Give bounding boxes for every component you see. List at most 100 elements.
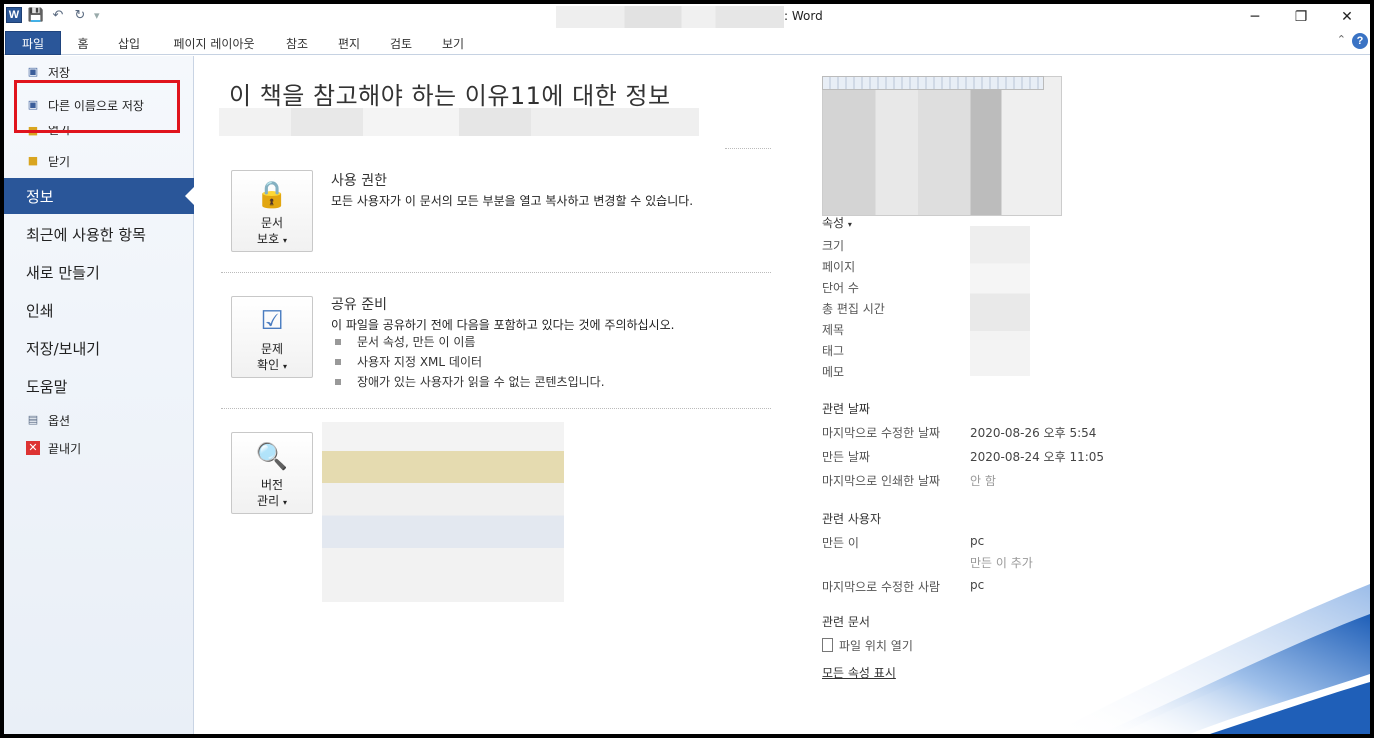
- prop-title[interactable]: 제목: [822, 321, 844, 338]
- prop-words: 단어 수: [822, 281, 859, 295]
- nav-recent[interactable]: 최근에 사용한 항목: [4, 216, 194, 252]
- tab-mailings[interactable]: 편지: [332, 31, 366, 55]
- properties-panel: 속성 ▾ 크기 페이지 단어 수 총 편집 시간 제목 태그 메모 관련 날짜 …: [794, 56, 1370, 734]
- nav-save-label: 저장: [48, 66, 71, 78]
- chevron-down-icon: ▾: [847, 220, 852, 229]
- nav-exit-label: 끝내기: [48, 441, 82, 456]
- chevron-down-icon: ▾: [282, 362, 287, 371]
- manage-versions-button[interactable]: 🔍 버전 관리 ▾: [231, 432, 313, 514]
- background-swoosh: [1050, 584, 1370, 734]
- nav-options-label: 옵션: [48, 413, 71, 428]
- undo-icon[interactable]: ↶: [50, 7, 66, 23]
- protect-label-1: 문서: [260, 216, 284, 230]
- word-window: W 💾 ↶ ↻ ▾ : Word ─ ❐ ✕ 파일 홈 삽입 페이지 레이아웃 …: [4, 4, 1370, 734]
- ribbon-tabs: 파일 홈 삽입 페이지 레이아웃 참조 편지 검토 보기 ⌃ ?: [4, 28, 1370, 55]
- properties-label: 속성: [822, 216, 845, 230]
- tab-view[interactable]: 보기: [436, 31, 470, 55]
- last-printed-key: 마지막으로 인쇄한 날짜: [822, 474, 941, 488]
- checklist-icon: ☑: [260, 306, 284, 336]
- related-docs-heading: 관련 문서: [822, 615, 870, 629]
- blurred-document-name: [556, 6, 784, 30]
- word-app-icon[interactable]: W: [6, 7, 22, 23]
- divider: [221, 272, 771, 273]
- quick-access-toolbar: W 💾 ↶ ↻ ▾: [6, 7, 100, 23]
- redo-icon[interactable]: ↻: [72, 7, 88, 23]
- properties-dropdown[interactable]: 속성 ▾: [822, 214, 852, 231]
- document-icon: [822, 638, 833, 652]
- check-label-1: 문제: [260, 342, 284, 356]
- list-item: 장애가 있는 사용자가 읽을 수 없는 콘텐츠입니다.: [331, 372, 605, 392]
- customize-qat-icon[interactable]: ▾: [94, 9, 100, 22]
- related-people-heading: 관련 사용자: [822, 512, 882, 526]
- created-key: 만든 날짜: [822, 450, 870, 464]
- lock-key-icon: 🔒: [255, 180, 289, 210]
- last-modified-value: 2020-08-26 오후 5:54: [970, 426, 1097, 440]
- created-value: 2020-08-24 오후 11:05: [970, 450, 1105, 464]
- title-bar: W 💾 ↶ ↻ ▾ : Word ─ ❐ ✕: [4, 4, 1370, 30]
- document-thumbnail[interactable]: [822, 76, 1062, 216]
- related-dates-heading: 관련 날짜: [822, 402, 870, 416]
- tab-page-layout[interactable]: 페이지 레이아웃: [164, 31, 264, 55]
- author-key: 만든 이: [822, 536, 859, 550]
- nav-info[interactable]: 정보: [4, 178, 195, 214]
- chevron-down-icon: ▾: [282, 498, 287, 507]
- open-file-location-label: 파일 위치 열기: [839, 639, 913, 653]
- nav-print[interactable]: 인쇄: [4, 292, 194, 328]
- permissions-desc: 모든 사용자가 이 문서의 모든 부분을 열고 복사하고 변경할 수 있습니다.: [331, 194, 694, 208]
- versions-label-1: 버전: [260, 478, 284, 492]
- nav-new[interactable]: 새로 만들기: [4, 254, 194, 290]
- protect-document-button[interactable]: 🔒 문서 보호 ▾: [231, 170, 313, 252]
- window-title: : Word: [784, 9, 823, 23]
- open-file-location-link[interactable]: 파일 위치 열기: [822, 637, 913, 654]
- save-icon[interactable]: 💾: [28, 7, 44, 23]
- exit-icon: ✕: [26, 441, 40, 455]
- restore-icon[interactable]: ❐: [1278, 4, 1324, 30]
- last-modified-by-key: 마지막으로 수정한 사람: [822, 580, 941, 594]
- last-modified-by-value: pc: [970, 578, 985, 592]
- tab-home[interactable]: 홈: [70, 31, 96, 55]
- nav-exit[interactable]: ✕ 끝내기: [4, 437, 194, 459]
- prop-edit-time: 총 편집 시간: [822, 302, 885, 316]
- list-item: 문서 속성, 만든 이 이름: [331, 332, 605, 352]
- versions-icon: 🔍: [255, 442, 289, 472]
- prop-tags[interactable]: 태그: [822, 342, 844, 359]
- page-title: 이 책을 참고해야 하는 이유11에 대한 정보: [229, 82, 671, 110]
- versions-label-2: 관리: [257, 494, 280, 508]
- blurred-property-values: [970, 226, 1030, 376]
- nav-options[interactable]: ▤ 옵션: [4, 409, 194, 431]
- prepare-heading: 공유 준비: [331, 297, 387, 313]
- window-controls: ─ ❐ ✕: [1232, 4, 1370, 30]
- close-folder-icon: ■: [27, 154, 39, 167]
- check-issues-button[interactable]: ☑ 문제 확인 ▾: [231, 296, 313, 378]
- prepare-bullets: 문서 속성, 만든 이 이름 사용자 지정 XML 데이터 장애가 있는 사용자…: [331, 332, 605, 392]
- nav-save[interactable]: ▣ 저장: [4, 66, 194, 78]
- options-icon: ▤: [27, 413, 39, 426]
- nav-close-label: 닫기: [48, 154, 71, 169]
- divider: [221, 408, 771, 409]
- tab-references[interactable]: 참조: [280, 31, 314, 55]
- permissions-heading: 사용 권한: [331, 173, 387, 189]
- last-printed-value: 안 함: [970, 474, 996, 488]
- close-icon[interactable]: ✕: [1324, 4, 1370, 30]
- help-icon[interactable]: ?: [1352, 33, 1368, 49]
- nav-close[interactable]: ■ 닫기: [4, 150, 194, 172]
- nav-save-send[interactable]: 저장/보내기: [4, 330, 194, 366]
- thumbnail-ribbon: [822, 76, 1044, 90]
- check-label-2: 확인: [257, 358, 280, 372]
- collapse-ribbon-icon[interactable]: ⌃: [1337, 33, 1346, 46]
- prepare-desc: 이 파일을 공유하기 전에 다음을 포함하고 있다는 것에 주의하십시오.: [331, 318, 675, 332]
- author-value[interactable]: pc: [970, 534, 984, 548]
- tab-review[interactable]: 검토: [384, 31, 418, 55]
- show-all-properties-link[interactable]: 모든 속성 표시: [822, 664, 896, 681]
- blurred-versions-content: [322, 422, 564, 602]
- save-icon: ▣: [27, 66, 39, 78]
- tab-insert[interactable]: 삽입: [112, 31, 146, 55]
- minimize-icon[interactable]: ─: [1232, 4, 1278, 30]
- tab-file[interactable]: 파일: [5, 31, 61, 55]
- chevron-down-icon: ▾: [282, 236, 287, 245]
- backstage-nav: ▣ 저장 ▣ 다른 이름으로 저장 ■ 열기 ■ 닫기 정보 최근에 사용한 항…: [4, 56, 195, 734]
- info-panel: 이 책을 참고해야 하는 이유11에 대한 정보 🔒 문서 보호 ▾ 사용 권한…: [195, 56, 793, 734]
- nav-help[interactable]: 도움말: [4, 368, 194, 404]
- prop-comments[interactable]: 메모: [822, 363, 844, 380]
- list-item: 사용자 지정 XML 데이터: [331, 352, 605, 372]
